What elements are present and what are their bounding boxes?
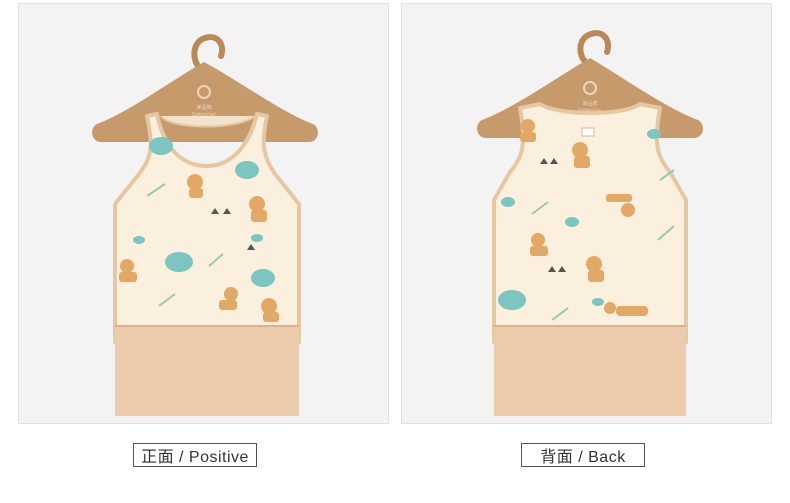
- front-product-image: 某品牌 Gebenlan: [18, 3, 389, 424]
- front-vest-illustration: 某品牌 Gebenlan: [92, 34, 318, 416]
- hanger-body: [92, 62, 318, 142]
- hanger-brand-line1: 某品牌: [196, 104, 211, 111]
- vest-bottom-band: [115, 326, 299, 416]
- vest-label-tag: [581, 127, 595, 137]
- hanger-brand-line1: 某品牌: [582, 100, 597, 107]
- back-product-image: 某品牌 Gebenlan: [401, 3, 772, 424]
- back-caption: 背面 / Back: [521, 443, 645, 467]
- front-caption: 正面 / Positive: [133, 443, 257, 467]
- back-vest-illustration: 某品牌 Gebenlan: [477, 30, 703, 416]
- vest-bottom-band: [494, 326, 686, 416]
